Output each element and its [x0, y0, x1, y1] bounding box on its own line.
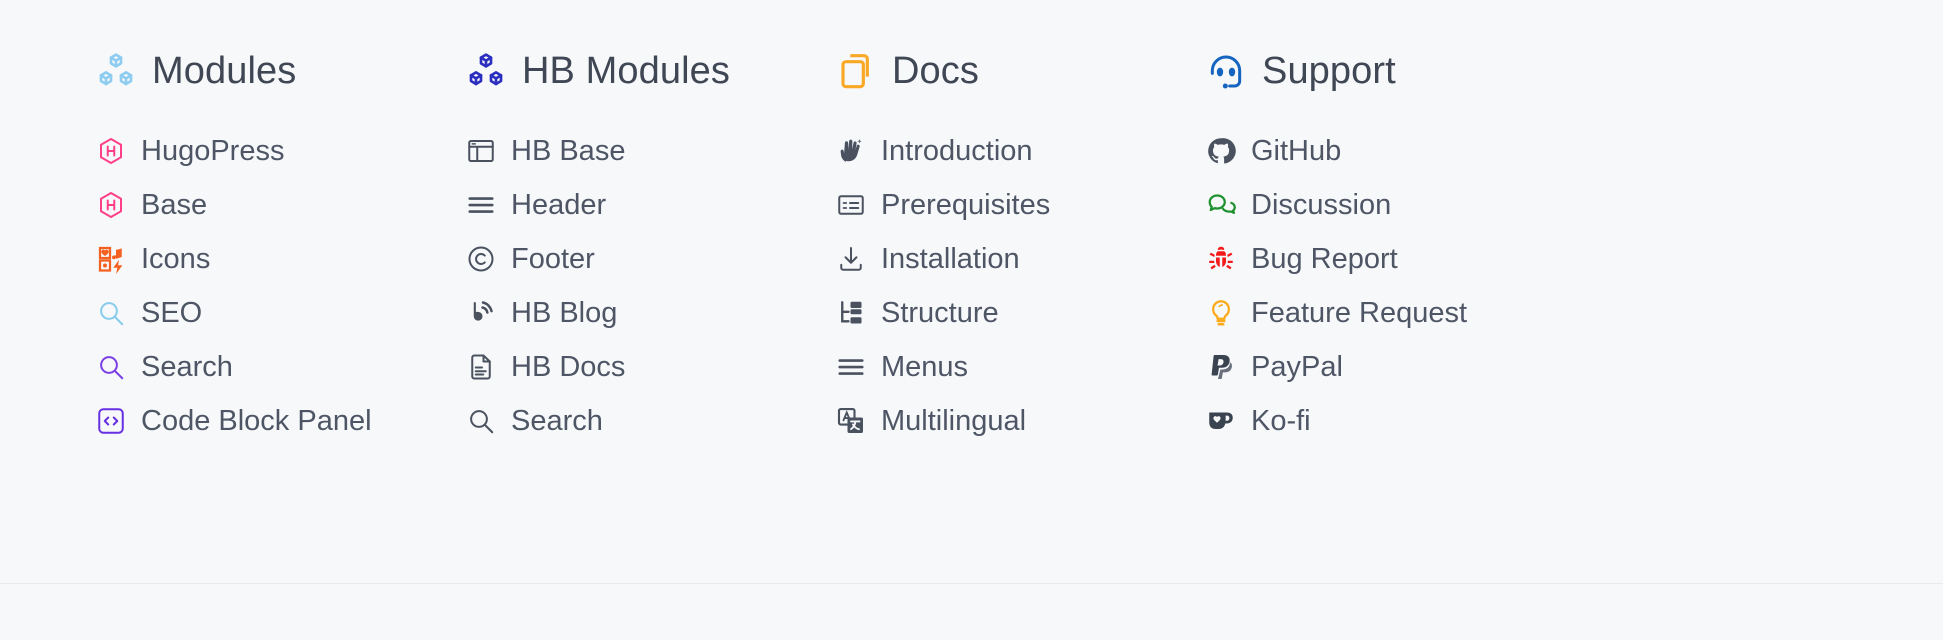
list-item[interactable]: Introduction [836, 124, 1206, 178]
footer-link[interactable]: Introduction [881, 136, 1033, 166]
hamburger-icon [836, 352, 866, 382]
hamburger-icon [466, 190, 496, 220]
footer-link[interactable]: Menus [881, 352, 968, 382]
magnifier-icon [96, 298, 126, 328]
footer-link[interactable]: Structure [881, 298, 999, 328]
footer-link[interactable]: Bug Report [1251, 244, 1398, 274]
footer-column-docs: Docs Introduction Prerequisites Installatio… [836, 44, 1206, 448]
paypal-icon [1206, 352, 1236, 382]
column-heading: Modules [96, 44, 466, 98]
footer-column-modules: Modules HugoPress Base Icons SEO Search Code B… [96, 44, 466, 448]
column-title: HB Modules [522, 50, 730, 92]
list-item[interactable]: SEO [96, 286, 466, 340]
column-title: Modules [152, 50, 297, 92]
copyright-icon [466, 244, 496, 274]
footer-link[interactable]: Installation [881, 244, 1020, 274]
list-item[interactable]: Feature Request [1206, 286, 1576, 340]
link-list: GitHub Discussion Bug Report Feature Reques… [1206, 124, 1576, 448]
github-icon [1206, 136, 1236, 166]
hugo-hexagon-icon [96, 190, 126, 220]
list-item[interactable]: HB Base [466, 124, 836, 178]
footer-link[interactable]: PayPal [1251, 352, 1343, 382]
list-item[interactable]: HugoPress [96, 124, 466, 178]
list-item[interactable]: HB Blog [466, 286, 836, 340]
footer-link[interactable]: Discussion [1251, 190, 1391, 220]
bug-icon [1206, 244, 1236, 274]
hugo-hexagon-icon [96, 136, 126, 166]
layout-window-icon [466, 136, 496, 166]
list-item[interactable]: Code Block Panel [96, 394, 466, 448]
footer-link[interactable]: GitHub [1251, 136, 1341, 166]
footer-link[interactable]: Feature Request [1251, 298, 1467, 328]
column-title: Support [1262, 50, 1396, 92]
link-list: Introduction Prerequisites Installation Str… [836, 124, 1206, 448]
column-heading: HB Modules [466, 44, 836, 98]
cubes-icon [466, 51, 506, 91]
waving-hand-icon [836, 136, 866, 166]
icon-grid-icon [96, 244, 126, 274]
list-item[interactable]: Discussion [1206, 178, 1576, 232]
footer-link[interactable]: Base [141, 190, 207, 220]
list-item[interactable]: PayPal [1206, 340, 1576, 394]
list-item[interactable]: Structure [836, 286, 1206, 340]
list-item[interactable]: GitHub [1206, 124, 1576, 178]
footer-link[interactable]: Search [511, 406, 603, 436]
list-item[interactable]: Bug Report [1206, 232, 1576, 286]
cubes-icon [96, 51, 136, 91]
checklist-icon [836, 190, 866, 220]
document-text-icon [466, 352, 496, 382]
footer-column-hb-modules: HB Modules HB Base Header Footer HB Blog HB D… [466, 44, 836, 448]
list-item[interactable]: Header [466, 178, 836, 232]
list-item[interactable]: Footer [466, 232, 836, 286]
list-item[interactable]: Search [466, 394, 836, 448]
footer-link[interactable]: Footer [511, 244, 595, 274]
footer-link[interactable]: HB Blog [511, 298, 617, 328]
chat-bubbles-icon [1206, 190, 1236, 220]
list-item[interactable]: Menus [836, 340, 1206, 394]
column-heading: Support [1206, 44, 1576, 98]
footer-link[interactable]: HB Base [511, 136, 625, 166]
footer-link[interactable]: Code Block Panel [141, 406, 372, 436]
list-item[interactable]: Installation [836, 232, 1206, 286]
footer-link[interactable]: Search [141, 352, 233, 382]
tree-nodes-icon [836, 298, 866, 328]
copy-pages-icon [836, 51, 876, 91]
footer-divider [0, 583, 1943, 584]
footer-link[interactable]: HB Docs [511, 352, 625, 382]
kofi-icon [1206, 406, 1236, 436]
list-item[interactable]: Base [96, 178, 466, 232]
footer-link[interactable]: Header [511, 190, 606, 220]
list-item[interactable]: Ko-fi [1206, 394, 1576, 448]
list-item[interactable]: Prerequisites [836, 178, 1206, 232]
footer-link[interactable]: Multilingual [881, 406, 1026, 436]
footer-link[interactable]: Icons [141, 244, 210, 274]
magnifier-icon [466, 406, 496, 436]
column-heading: Docs [836, 44, 1206, 98]
footer-link[interactable]: HugoPress [141, 136, 284, 166]
code-brackets-icon [96, 406, 126, 436]
magnifier-icon [96, 352, 126, 382]
list-item[interactable]: HB Docs [466, 340, 836, 394]
list-item[interactable]: Icons [96, 232, 466, 286]
translate-icon [836, 406, 866, 436]
lightbulb-icon [1206, 298, 1236, 328]
blog-signal-icon [466, 298, 496, 328]
footer-column-support: Support GitHub Discussion Bug Report Feature… [1206, 44, 1576, 448]
footer-link[interactable]: Ko-fi [1251, 406, 1311, 436]
footer-link[interactable]: Prerequisites [881, 190, 1050, 220]
headset-icon [1206, 51, 1246, 91]
link-list: HugoPress Base Icons SEO Search Code Block Pa… [96, 124, 466, 448]
link-list: HB Base Header Footer HB Blog HB Docs Search [466, 124, 836, 448]
site-footer: Modules HugoPress Base Icons SEO Search Code B… [0, 0, 1943, 640]
footer-columns: Modules HugoPress Base Icons SEO Search Code B… [0, 44, 1943, 448]
list-item[interactable]: Multilingual [836, 394, 1206, 448]
download-icon [836, 244, 866, 274]
column-title: Docs [892, 50, 979, 92]
footer-link[interactable]: SEO [141, 298, 202, 328]
list-item[interactable]: Search [96, 340, 466, 394]
